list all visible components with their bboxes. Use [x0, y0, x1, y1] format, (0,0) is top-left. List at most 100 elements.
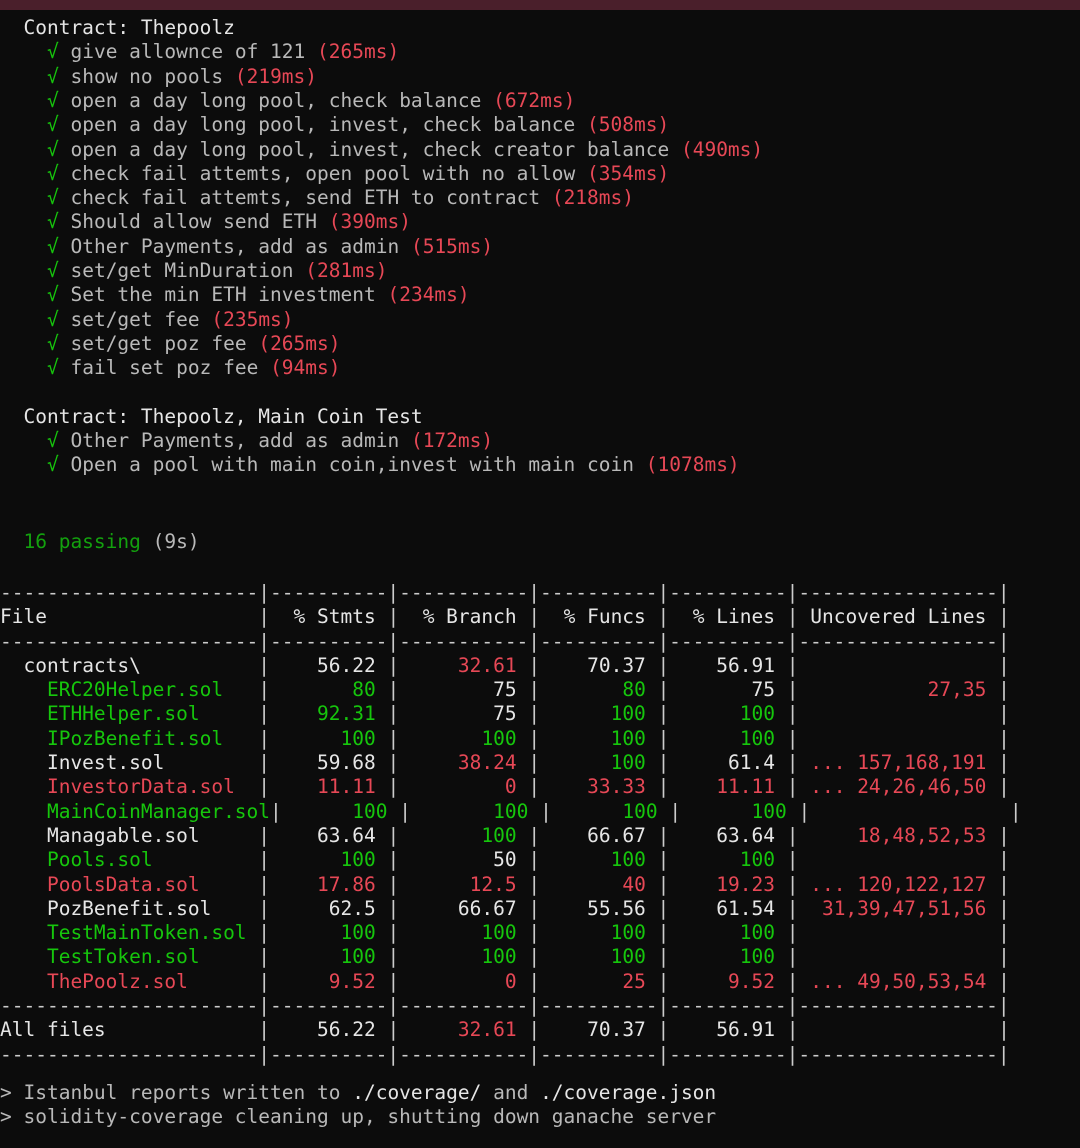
cell-pad [164, 751, 258, 774]
cell-pad [270, 775, 317, 798]
cell-stmts: 63.64 [317, 823, 376, 847]
cell-pad [200, 824, 259, 847]
cell-pad [658, 800, 670, 823]
cell-funcs: 70.37 [587, 1018, 646, 1042]
column-divider: | [998, 896, 1010, 920]
cell-file: Managable.sol [23, 823, 200, 847]
cell-pad [552, 800, 622, 823]
prompt-glyph: > [0, 1105, 12, 1129]
cell-lines: 56.91 [716, 653, 775, 677]
cell-pad [775, 654, 787, 677]
column-divider: | [798, 799, 811, 823]
column-header: % Funcs [563, 605, 646, 629]
cell-pad [0, 678, 23, 701]
table-row: ERC20Helper.sol | 80 | 75 | 80 | 75 | 27… [0, 678, 1010, 702]
column-divider: | [387, 751, 400, 774]
cell-pad [646, 970, 658, 993]
cell-stmts: 56.22 [317, 1018, 376, 1042]
cell-pad [188, 970, 258, 993]
test-duration: (490ms) [680, 137, 764, 161]
column-divider: | [258, 921, 271, 945]
separator-dashes: ----------------------|----------|------… [0, 1042, 1010, 1066]
cell-pad [399, 654, 458, 677]
cell-pad [517, 775, 529, 798]
cell-pad [376, 727, 388, 750]
cell-pad [540, 654, 587, 677]
cell-pad [540, 897, 587, 920]
column-divider: | [786, 1018, 799, 1042]
table-separator: ----------------------|----------|------… [0, 1043, 1010, 1067]
column-divider: | [540, 799, 552, 823]
column-divider: | [657, 945, 670, 969]
cell-pad [270, 1018, 317, 1041]
check-icon: √ [46, 210, 59, 234]
column-divider: | [786, 678, 799, 702]
cell-pad [270, 921, 340, 944]
test-duration: (281ms) [305, 259, 388, 282]
column-divider: | [786, 726, 799, 750]
column-header: % Stmts [293, 605, 376, 629]
column-divider: | [258, 823, 271, 847]
cell-pad [399, 945, 481, 968]
cell-pad [799, 848, 999, 871]
table-row: contracts\ | 56.22 | 32.61 | 70.37 | 56.… [0, 653, 1010, 678]
column-divider: | [786, 653, 799, 677]
terminal-output[interactable]: Contract: Thepoolz √ give allownce of 12… [0, 10, 1080, 1148]
cell-pad [798, 1018, 998, 1041]
cell-pad [669, 654, 716, 677]
cell-branch: 100 [481, 921, 517, 945]
cell-pad [646, 702, 658, 725]
cell-stmts: 92.31 [317, 702, 376, 726]
test-duration: (234ms) [387, 283, 470, 307]
cell-pad [775, 702, 787, 725]
cell-funcs: 100 [610, 751, 646, 774]
footer-line: > solidity-coverage cleaning up, shuttin… [0, 1105, 716, 1129]
cell-pad [387, 800, 399, 823]
test-title: show no pools [70, 64, 224, 88]
cell-lines: 63.64 [716, 823, 775, 847]
cell-pad [787, 800, 799, 823]
cell-funcs: 100 [610, 726, 646, 750]
cell-pad [200, 945, 259, 968]
cell-pad [270, 824, 317, 847]
column-divider: | [528, 605, 541, 629]
test-line: √ open a day long pool, invest, check cr… [0, 138, 763, 162]
cell-pad [646, 945, 658, 968]
table-row: Managable.sol | 63.64 | 100 | 66.67 | 63… [0, 824, 1010, 848]
prompt-glyph: > [0, 1081, 12, 1105]
column-divider: | [258, 1018, 271, 1042]
column-divider: | [998, 653, 1010, 677]
cell-pad [540, 702, 610, 725]
column-divider: | [657, 872, 670, 896]
test-title: set/get fee [70, 307, 200, 331]
column-divider: | [387, 678, 400, 702]
column-divider: | [657, 969, 670, 993]
test-line: √ give allownce of 121 (265ms) [0, 40, 399, 64]
table-row: MainCoinManager.sol| 100 | 100 | 100 | 1… [0, 800, 1022, 824]
column-header: % Branch [422, 605, 517, 629]
cell-pad [669, 897, 716, 920]
cell-pad [540, 921, 610, 944]
column-divider: | [258, 726, 271, 750]
cell-pad [798, 824, 857, 847]
column-divider: | [528, 653, 541, 677]
cell-pad [399, 873, 469, 896]
footer-text: solidity-coverage cleaning up, shutting … [11, 1105, 717, 1129]
cell-pad [669, 678, 751, 701]
separator-dashes: ----------------------|----------|------… [0, 994, 1010, 1017]
check-icon: √ [46, 356, 59, 380]
cell-pad [399, 970, 505, 993]
terminal-titlebar [0, 0, 1080, 10]
cell-pad [798, 678, 927, 701]
cell-file: PoolsData.sol [23, 872, 200, 896]
cell-funcs: 70.37 [587, 653, 646, 677]
cell-uncovered: 27,35 [927, 678, 987, 702]
cell-branch: 32.61 [457, 653, 517, 677]
column-divider: | [998, 848, 1010, 872]
column-divider: | [258, 702, 271, 726]
